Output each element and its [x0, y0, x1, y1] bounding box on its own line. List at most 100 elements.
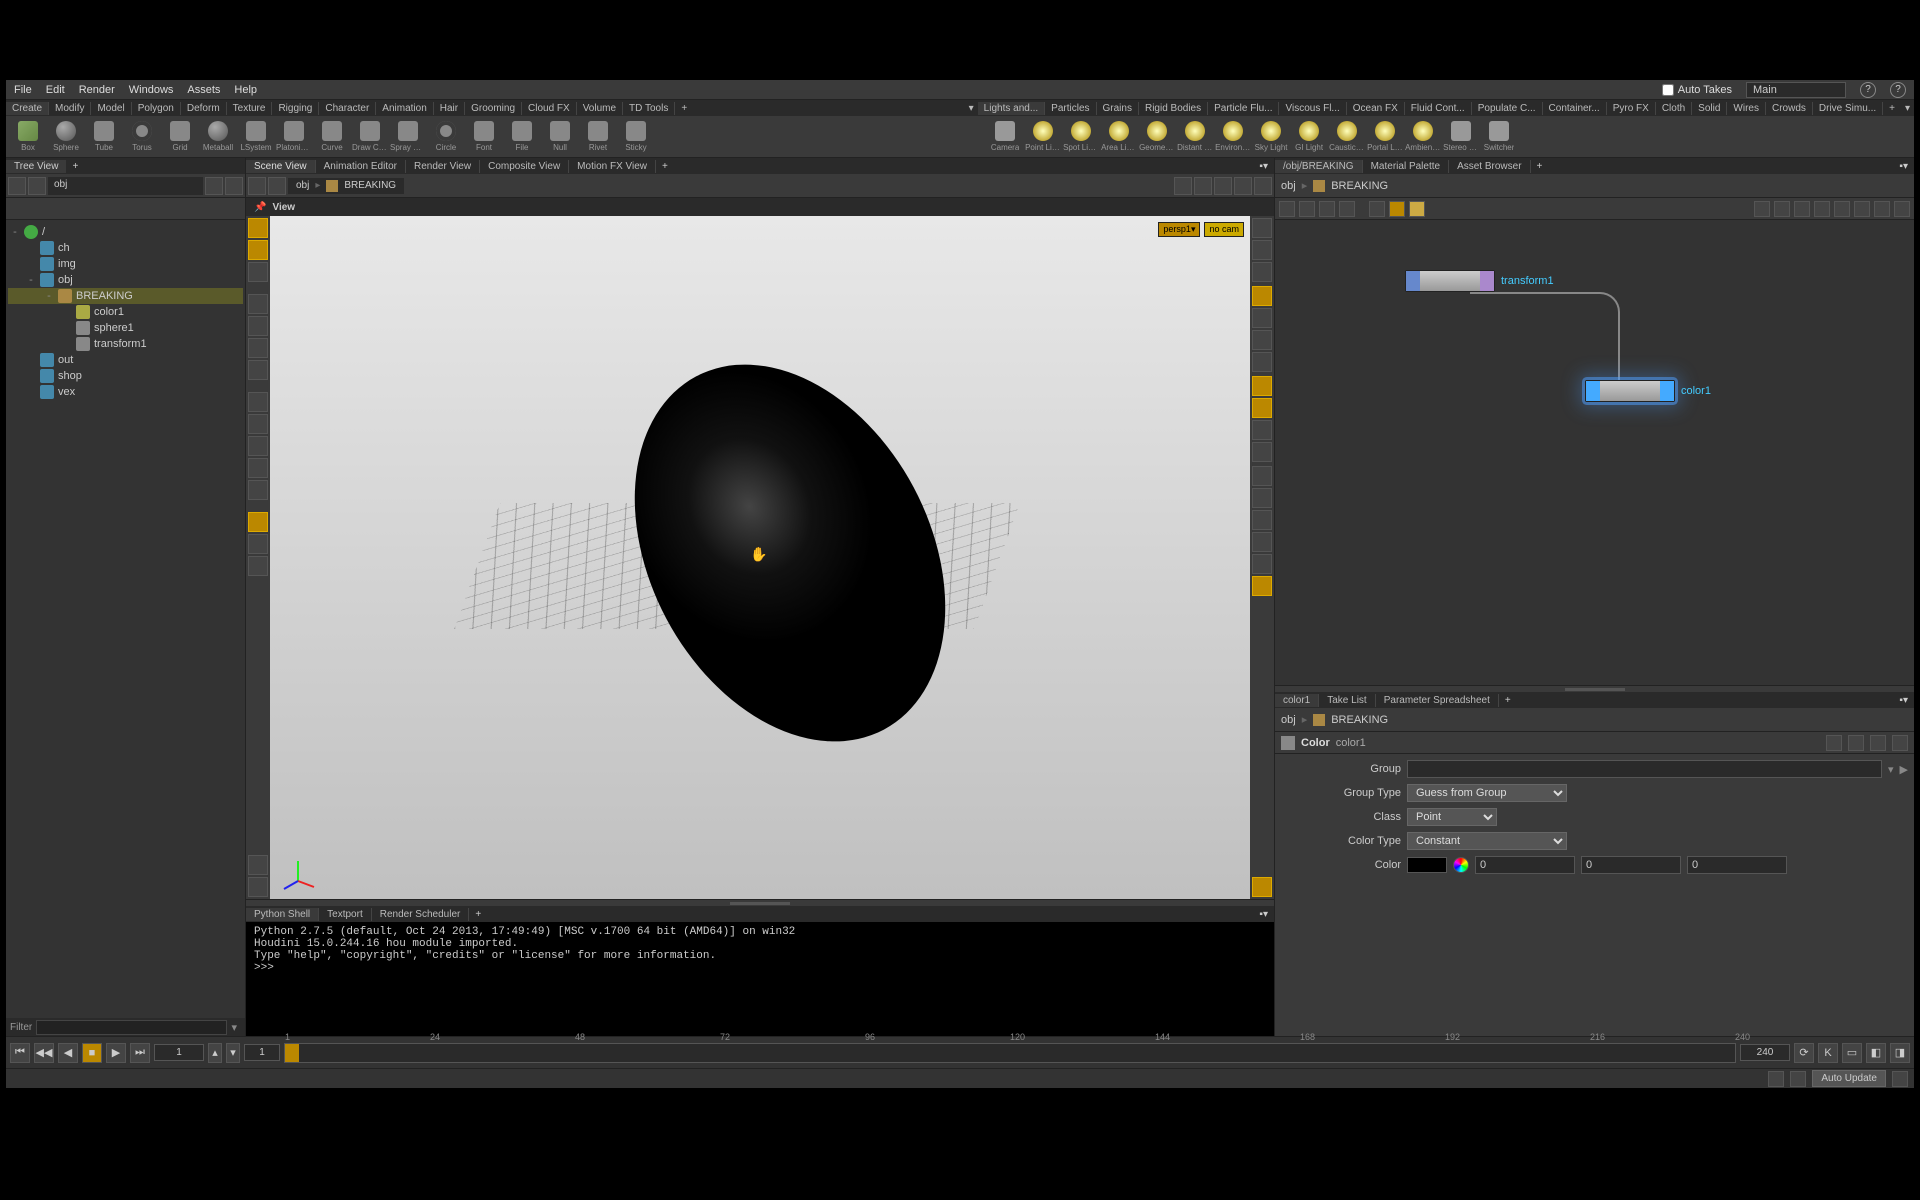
shelf-tab[interactable]: Model [91, 102, 131, 115]
tool-spraypaint[interactable]: Spray Paint [390, 118, 426, 156]
shelf-tab[interactable]: Texture [227, 102, 273, 115]
tree-item[interactable]: -BREAKING [8, 288, 243, 304]
nav-fwd-icon[interactable] [268, 177, 286, 195]
last-frame-icon[interactable]: ⏭ [130, 1043, 150, 1063]
shelf-tab[interactable]: Create [6, 102, 49, 115]
tool-metaball[interactable]: Metaball [200, 118, 236, 156]
menu-help[interactable]: Help [234, 84, 257, 96]
panel-menu-icon[interactable]: ▪▾ [1253, 160, 1274, 173]
tab-scene-view[interactable]: Scene View [246, 160, 316, 173]
shelf-tab[interactable]: Rigid Bodies [1139, 102, 1208, 115]
tree-item[interactable]: ch [8, 240, 243, 256]
net-list-icon[interactable] [1279, 201, 1295, 217]
key-icon[interactable]: K [1818, 1043, 1838, 1063]
comment-icon[interactable] [1892, 735, 1908, 751]
panel-menu-icon[interactable]: ▪▾ [1893, 694, 1914, 707]
scale-icon[interactable] [248, 360, 268, 380]
shelf-add-icon[interactable]: + [1883, 102, 1901, 115]
info-icon[interactable] [1848, 735, 1864, 751]
tool-stereocam[interactable]: Stereo Cam... [1443, 118, 1479, 156]
search-icon[interactable] [1874, 201, 1890, 217]
3d-viewport[interactable]: persp1▾ no cam ✋ [270, 216, 1250, 899]
stop-icon[interactable]: ■ [82, 1043, 102, 1063]
color-r-input[interactable] [1475, 856, 1575, 874]
tab-param-spreadsheet[interactable]: Parameter Spreadsheet [1376, 694, 1499, 707]
shelf-tab[interactable]: Modify [49, 102, 91, 115]
cplane-tool-icon[interactable] [248, 556, 268, 576]
snap-multi-icon[interactable] [248, 480, 268, 500]
shelf-tab[interactable]: Cloth [1656, 102, 1692, 115]
view-opt-icon[interactable] [1234, 200, 1248, 214]
net-layout-icon[interactable] [1794, 201, 1810, 217]
tool-ambientlight[interactable]: Ambient Lig... [1405, 118, 1441, 156]
tab-anim-editor[interactable]: Animation Editor [316, 160, 406, 173]
show-normals-icon[interactable] [1252, 488, 1272, 508]
tool-tube[interactable]: Tube [86, 118, 122, 156]
tree-item[interactable]: sphere1 [8, 320, 243, 336]
tool-null[interactable]: Null [542, 118, 578, 156]
tool-spotlight[interactable]: Spot Light [1063, 118, 1099, 156]
tab-node-params[interactable]: color1 [1275, 694, 1319, 707]
node-transform1[interactable]: transform1 [1405, 270, 1554, 292]
color-b-input[interactable] [1687, 856, 1787, 874]
step-back-icon[interactable]: ◀ [58, 1043, 78, 1063]
tab-composite-view[interactable]: Composite View [480, 160, 569, 173]
show-nums-icon[interactable] [1252, 510, 1272, 530]
key-opt-icon[interactable]: ◧ [1866, 1043, 1886, 1063]
snap-point-icon[interactable] [248, 458, 268, 478]
shelf-tab[interactable]: Viscous Fl... [1279, 102, 1346, 115]
move-tool-icon[interactable] [248, 262, 268, 282]
render-region-icon[interactable] [248, 877, 268, 897]
flipbook-icon[interactable] [1252, 877, 1272, 897]
light-icon[interactable] [1252, 376, 1272, 396]
show-safe-icon[interactable] [1252, 330, 1272, 350]
key-opt-icon[interactable]: ◨ [1890, 1043, 1910, 1063]
abc-icon[interactable] [1252, 554, 1272, 574]
group-input[interactable] [1407, 760, 1882, 778]
menu-assets[interactable]: Assets [187, 84, 220, 96]
tool-switcher[interactable]: Switcher [1481, 118, 1517, 156]
shelf-tab[interactable]: Drive Simu... [1813, 102, 1883, 115]
crumb-root[interactable]: obj [1281, 714, 1296, 726]
add-tab-icon[interactable]: + [656, 160, 674, 173]
tool-camera[interactable]: Camera [987, 118, 1023, 156]
nav-fwd-icon[interactable] [28, 177, 46, 195]
tool-geolight[interactable]: Geometry L... [1139, 118, 1175, 156]
param-breadcrumb[interactable]: obj ▸ BREAKING [1281, 713, 1910, 726]
shelf-add-icon[interactable]: + [675, 102, 693, 115]
material-icon[interactable] [1252, 398, 1272, 418]
shelf-tab[interactable]: TD Tools [623, 102, 675, 115]
snap-grid-icon[interactable] [248, 414, 268, 434]
tool-lsystem[interactable]: LSystem [238, 118, 274, 156]
color-picker-icon[interactable] [1453, 857, 1469, 873]
net-layout-icon[interactable] [1774, 201, 1790, 217]
vp-tool-icon[interactable] [1234, 177, 1252, 195]
node-name-label[interactable]: color1 [1336, 737, 1366, 749]
add-tab-icon[interactable]: + [1499, 694, 1517, 707]
shelf-tab[interactable]: Pyro FX [1607, 102, 1656, 115]
net-layout-icon[interactable] [1754, 201, 1770, 217]
net-layout-icon[interactable] [1854, 201, 1870, 217]
wire-icon[interactable] [1252, 420, 1272, 440]
shelf-tab[interactable]: Volume [577, 102, 623, 115]
timeline-track[interactable]: 124487296120144168192216240 [284, 1043, 1736, 1063]
viewport-breadcrumb[interactable]: obj ▸ BREAKING [288, 178, 404, 194]
tool-portallight[interactable]: Portal Light [1367, 118, 1403, 156]
cook-icon[interactable] [1768, 1071, 1784, 1087]
color-g-input[interactable] [1581, 856, 1681, 874]
tool-curve[interactable]: Curve [314, 118, 350, 156]
shelf-tab[interactable]: Particles [1045, 102, 1096, 115]
class-select[interactable]: Point [1407, 808, 1497, 826]
tree-item[interactable]: img [8, 256, 243, 272]
tree-item[interactable]: out [8, 352, 243, 368]
shelf-tab[interactable]: Populate C... [1472, 102, 1543, 115]
tool-sphere[interactable]: Sphere [48, 118, 84, 156]
gear-icon[interactable] [1826, 735, 1842, 751]
tool-sticky[interactable]: Sticky [618, 118, 654, 156]
tab-render-view[interactable]: Render View [406, 160, 480, 173]
net-folder-icon[interactable] [1409, 201, 1425, 217]
snap-curve-icon[interactable] [248, 436, 268, 456]
tool-circle[interactable]: Circle [428, 118, 464, 156]
crumb-node[interactable]: BREAKING [344, 180, 396, 191]
tool-grid[interactable]: Grid [162, 118, 198, 156]
